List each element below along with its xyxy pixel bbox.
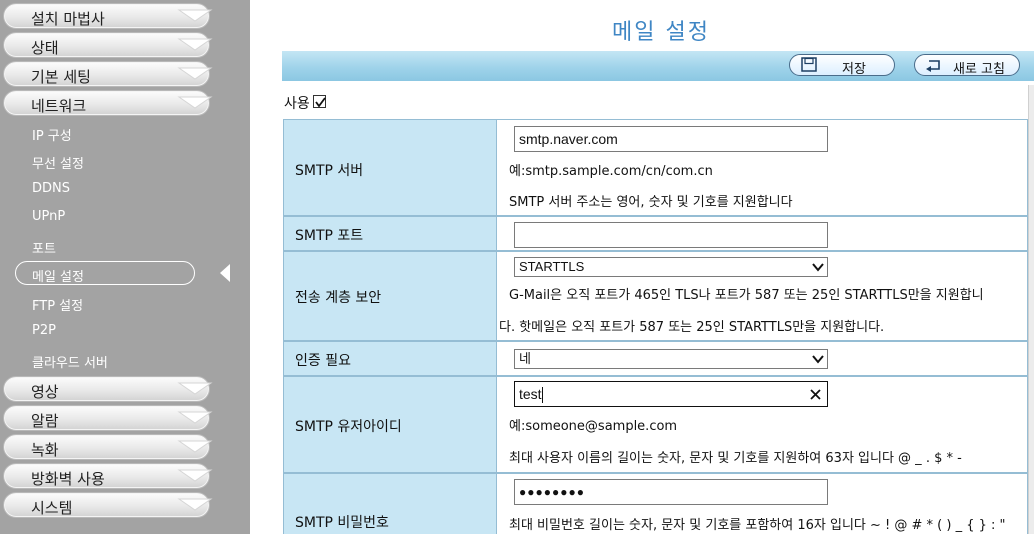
sidebar: 설치 마법사 상태 기본 세팅 네트워크 IP 구성 무선 설정 DDNS UP… <box>0 0 250 534</box>
selection-pointer-icon <box>219 264 230 282</box>
chevron-down-icon <box>177 65 213 81</box>
sidebar-item-cloud-server[interactable]: 클라우드 서버 <box>32 352 108 371</box>
sidebar-item-label: 메일 설정 <box>32 270 84 285</box>
sidebar-item-ftp[interactable]: FTP 설정 <box>32 295 83 314</box>
menu-label: 기본 세팅 <box>31 68 91 86</box>
text-cursor <box>541 387 543 404</box>
sidebar-item-upnp[interactable]: UPnP <box>32 209 65 224</box>
smtp-user-input[interactable]: test <box>514 381 828 407</box>
scrollbar[interactable] <box>1028 85 1034 534</box>
tls-selected-value: STARTTLS <box>519 259 585 274</box>
smtp-server-example: 예:smtp.sample.com/cn/com.cn <box>509 164 713 179</box>
smtp-server-label: SMTP 서버 <box>295 163 364 179</box>
menu-label: 시스템 <box>31 499 73 517</box>
menu-basic-settings[interactable]: 기본 세팅 <box>4 62 213 86</box>
menu-label: 방화벽 사용 <box>31 470 105 488</box>
chevron-down-icon <box>812 263 824 272</box>
auth-select[interactable]: 네 <box>514 349 828 369</box>
tls-hint-line1: G-Mail은 오직 포트가 465인 TLS나 포트가 587 또는 25인 … <box>509 288 984 303</box>
sidebar-item-mail-settings[interactable]: 메일 설정 <box>15 261 195 285</box>
tls-label: 전송 계층 보안 <box>295 290 382 306</box>
save-icon <box>799 57 819 73</box>
auth-value-cell: 네 <box>496 341 1028 376</box>
page-title: 메일 설정 <box>612 20 710 45</box>
menu-firewall[interactable]: 방화벽 사용 <box>4 464 213 488</box>
enable-label: 사용 <box>284 96 310 112</box>
smtp-user-label-cell: SMTP 유저아이디 <box>283 376 496 473</box>
refresh-button[interactable]: 새로 고침 <box>914 54 1020 77</box>
smtp-password-input[interactable]: ●●●●●●●● <box>514 479 828 505</box>
sidebar-item-p2p[interactable]: P2P <box>32 323 56 338</box>
sidebar-item-port[interactable]: 포트 <box>32 238 56 257</box>
auth-label-cell: 인증 필요 <box>283 341 496 376</box>
tls-value-cell: STARTTLS G-Mail은 오직 포트가 465인 TLS나 포트가 58… <box>496 251 1028 341</box>
menu-network[interactable]: 네트워크 <box>4 91 213 115</box>
checkmark-icon <box>315 97 326 108</box>
smtp-port-label: SMTP 포트 <box>295 228 364 244</box>
clear-icon[interactable] <box>810 389 821 400</box>
smtp-server-value-cell: smtp.naver.com 예:smtp.sample.com/cn/com.… <box>496 119 1028 216</box>
sidebar-item-wireless[interactable]: 무선 설정 <box>32 153 84 172</box>
smtp-user-example: 예:someone@sample.com <box>509 419 678 434</box>
menu-label: 네트워크 <box>31 97 87 115</box>
auth-selected-value: 네 <box>519 351 531 366</box>
smtp-password-value-cell: ●●●●●●●● 최대 비밀번호 길이는 숫자, 문자 및 기호를 포함하여 1… <box>496 473 1028 534</box>
refresh-label: 새로 고침 <box>953 62 1005 77</box>
chevron-down-icon <box>812 355 824 364</box>
menu-label: 녹화 <box>31 441 59 459</box>
menu-alarm[interactable]: 알람 <box>4 406 213 430</box>
chevron-down-icon <box>177 409 213 425</box>
sidebar-item-ddns[interactable]: DDNS <box>32 181 70 196</box>
smtp-port-label-cell: SMTP 포트 <box>283 216 496 251</box>
smtp-password-label-cell: SMTP 비밀번호 <box>283 473 496 534</box>
chevron-down-icon <box>177 467 213 483</box>
menu-setup-wizard[interactable]: 설치 마법사 <box>4 4 213 28</box>
smtp-user-value: test <box>519 386 542 402</box>
menu-label: 영상 <box>31 383 59 401</box>
tls-select[interactable]: STARTTLS <box>514 257 828 277</box>
chevron-down-icon <box>177 496 213 512</box>
chevron-down-icon <box>177 94 213 110</box>
menu-label: 설치 마법사 <box>31 10 105 28</box>
smtp-server-hint: SMTP 서버 주소는 영어, 숫자 및 기호를 지원합니다 <box>509 195 793 210</box>
main-panel: 메일 설정 저장 새로 고침 사용 SMTP 서버 smtp.naver.com… <box>250 0 1034 534</box>
sidebar-item-ip-config[interactable]: IP 구성 <box>32 125 72 144</box>
chevron-down-icon <box>177 36 213 52</box>
enable-checkbox[interactable] <box>313 95 326 108</box>
menu-label: 알람 <box>31 412 59 430</box>
menu-label: 상태 <box>31 39 59 57</box>
smtp-port-input[interactable] <box>514 222 828 248</box>
menu-status[interactable]: 상태 <box>4 33 213 57</box>
save-button[interactable]: 저장 <box>789 54 895 77</box>
menu-video[interactable]: 영상 <box>4 377 213 401</box>
tls-hint-line2: 다. 핫메일은 오직 포트가 587 또는 25인 STARTTLS만을 지원합… <box>499 320 885 335</box>
smtp-user-label: SMTP 유저아이디 <box>295 419 402 435</box>
chevron-down-icon <box>177 7 213 23</box>
toolbar: 저장 새로 고침 <box>282 51 1034 81</box>
menu-system[interactable]: 시스템 <box>4 493 213 517</box>
chevron-down-icon <box>177 438 213 454</box>
menu-record[interactable]: 녹화 <box>4 435 213 459</box>
refresh-icon <box>924 57 944 73</box>
smtp-port-value-cell <box>496 216 1028 251</box>
smtp-user-hint: 최대 사용자 이름의 길이는 숫자, 문자 및 기호를 지원하여 63자 입니다… <box>509 451 962 466</box>
tls-label-cell: 전송 계층 보안 <box>283 251 496 341</box>
smtp-password-label: SMTP 비밀번호 <box>295 515 389 531</box>
save-label: 저장 <box>842 62 866 77</box>
smtp-user-value-cell: test 예:someone@sample.com 최대 사용자 이름의 길이는… <box>496 376 1028 473</box>
auth-label: 인증 필요 <box>295 353 351 369</box>
smtp-server-input[interactable]: smtp.naver.com <box>514 126 828 152</box>
smtp-password-hint: 최대 비밀번호 길이는 숫자, 문자 및 기호를 포함하여 16자 입니다 ~ … <box>509 518 1006 533</box>
chevron-down-icon <box>177 380 213 396</box>
smtp-server-label-cell: SMTP 서버 <box>283 119 496 216</box>
